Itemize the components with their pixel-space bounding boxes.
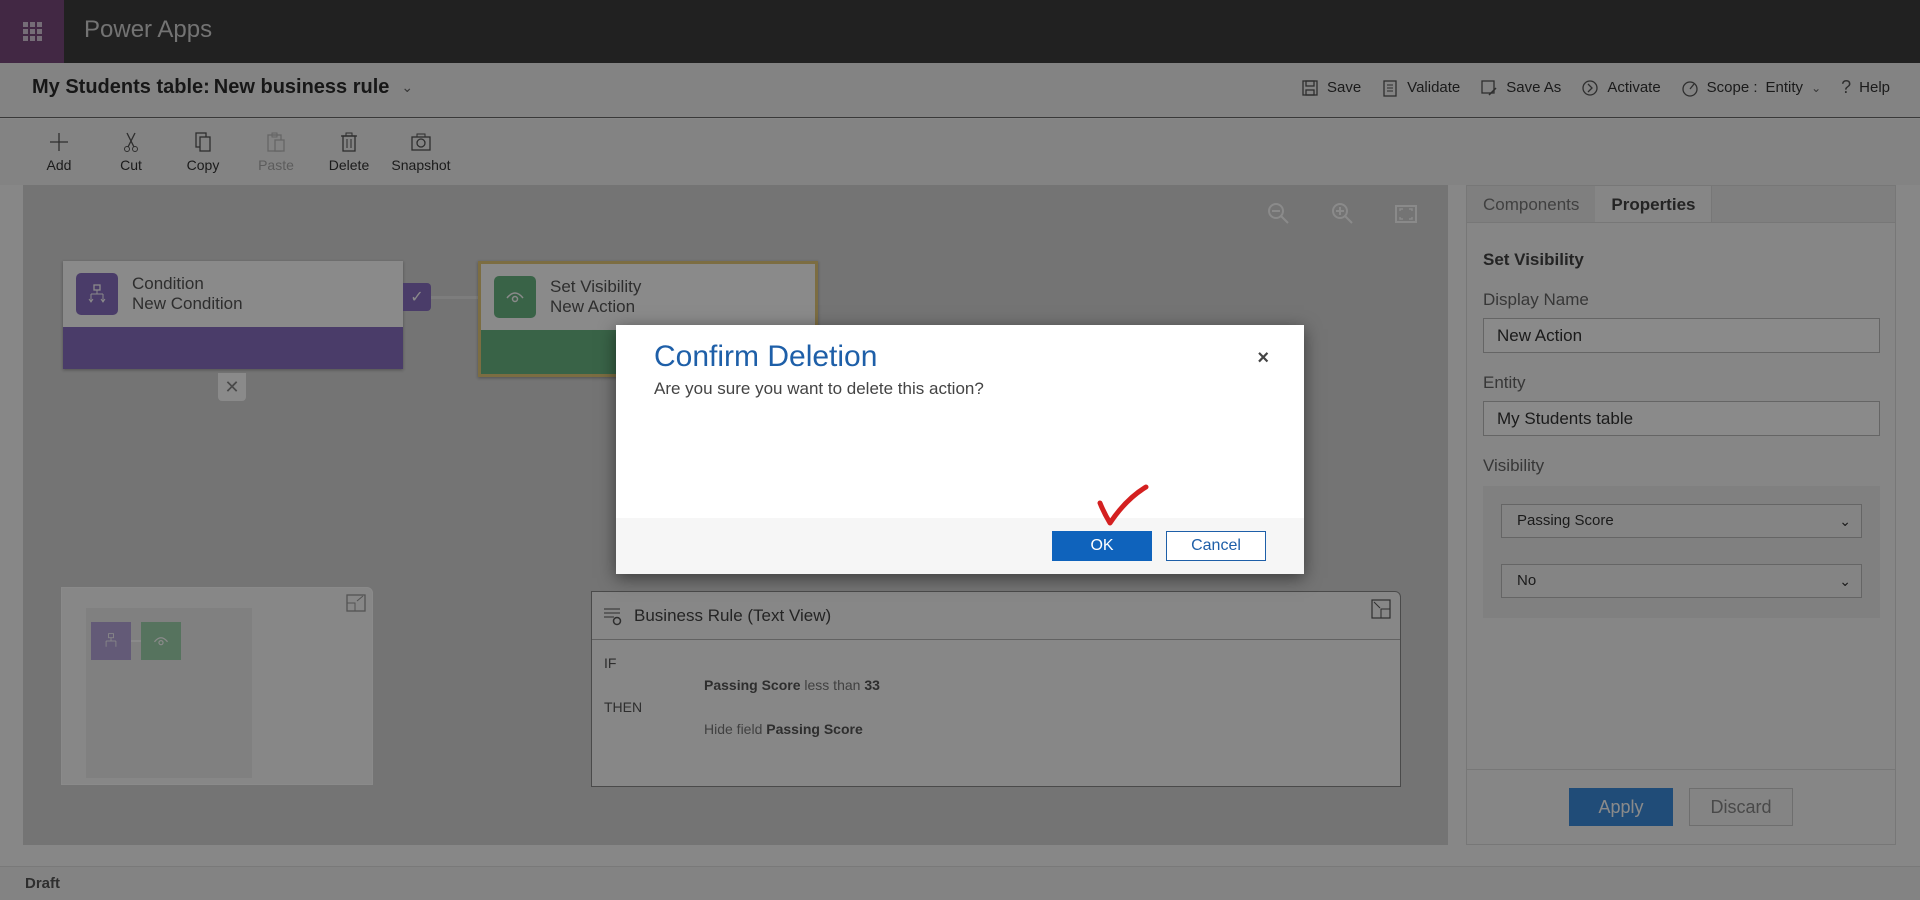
cancel-button[interactable]: Cancel: [1166, 531, 1266, 561]
dialog-footer: OK Cancel: [616, 518, 1304, 574]
red-checkmark-annotation-icon: [1097, 484, 1149, 526]
confirm-deletion-dialog: Confirm Deletion Are you sure you want t…: [616, 325, 1304, 574]
dialog-message: Are you sure you want to delete this act…: [654, 379, 984, 398]
close-icon[interactable]: ×: [1257, 347, 1269, 370]
dialog-title: Confirm Deletion: [654, 340, 878, 373]
